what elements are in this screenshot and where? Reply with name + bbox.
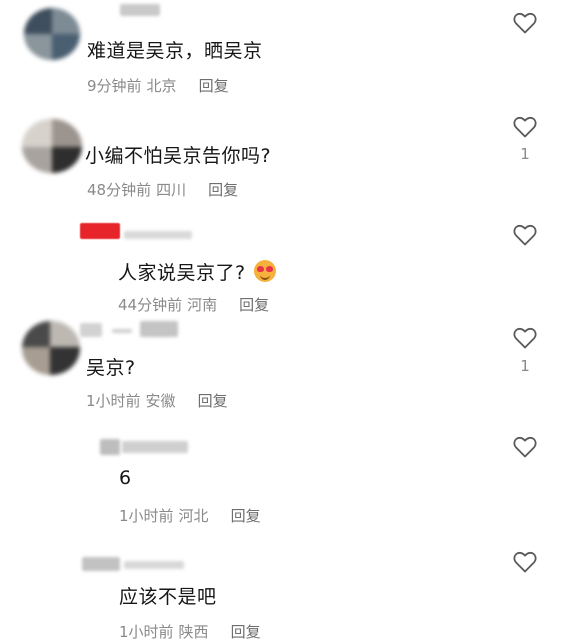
like-button[interactable] [512, 551, 538, 573]
like-button[interactable] [512, 224, 538, 246]
like-count: 1 [520, 145, 530, 163]
avatar[interactable] [22, 119, 82, 173]
comment-meta: 48分钟前 四川 回复 [87, 179, 238, 200]
like-button[interactable] [512, 327, 538, 349]
comment-meta: 44分钟前 河南 回复 [118, 294, 269, 315]
heart-outline-icon [513, 12, 537, 34]
comment-time: 44分钟前 [118, 296, 183, 314]
comment-text: 小编不怕吴京告你吗? [85, 145, 272, 167]
username-blurred[interactable] [140, 321, 178, 337]
heart-eyes-emoji-icon [253, 260, 276, 282]
reply-avatar-blurred[interactable] [80, 223, 120, 239]
comment-text: 难道是吴京，晒吴京 [87, 40, 263, 62]
comment-location: 河北 [178, 507, 209, 525]
comment-time: 48分钟前 [87, 181, 152, 199]
comment-meta: 1小时前 河北 回复 [119, 505, 261, 526]
avatar[interactable] [24, 8, 80, 60]
avatar[interactable] [22, 321, 80, 375]
comment-location: 河南 [187, 296, 218, 314]
reply-item: 应该不是吧 1小时前 陕西 回复 [0, 539, 564, 642]
comment-meta: 1小时前 陕西 回复 [119, 621, 261, 642]
like-button[interactable] [512, 12, 538, 34]
reply-avatar-blurred[interactable] [100, 439, 120, 455]
reply-item: 6 1小时前 河北 回复 [0, 427, 564, 539]
comment-item: 难道是吴京，晒吴京 9分钟前 北京 回复 [0, 0, 564, 105]
reply-item: 人家说吴京了? 44分钟前 河南 回复 [0, 205, 564, 317]
comment-meta: 9分钟前 北京 回复 [87, 75, 229, 96]
reply-button[interactable]: 回复 [231, 623, 261, 641]
comment-item: 小编不怕吴京告你吗? 48分钟前 四川 回复 1 [0, 105, 564, 205]
comment-text: 应该不是吧 [119, 586, 217, 608]
reply-button[interactable]: 回复 [198, 392, 228, 410]
comment-text: 人家说吴京了? [118, 258, 276, 285]
comment-location: 陕西 [178, 623, 209, 641]
comment-item: 吴京? 1小时前 安徽 回复 1 [0, 317, 564, 427]
comment-time: 9分钟前 [87, 77, 142, 95]
comment-text: 吴京? [86, 357, 136, 379]
reply-button[interactable]: 回复 [208, 181, 238, 199]
comment-time: 1小时前 [119, 507, 174, 525]
like-button[interactable] [512, 116, 538, 138]
reply-avatar-blurred[interactable] [82, 557, 120, 571]
username-blurred[interactable] [122, 441, 188, 453]
username-blurred[interactable] [80, 323, 102, 337]
comment-text-content: 人家说吴京了? [118, 262, 246, 284]
username-blurred[interactable] [124, 231, 192, 239]
like-count: 1 [520, 357, 530, 375]
heart-outline-icon [513, 224, 537, 246]
comment-text: 6 [119, 467, 132, 489]
reply-button[interactable]: 回复 [239, 296, 269, 314]
username-blurred[interactable] [124, 561, 184, 569]
username-blurred[interactable] [112, 329, 132, 333]
comment-time: 1小时前 [86, 392, 141, 410]
comment-meta: 1小时前 安徽 回复 [86, 390, 228, 411]
reply-button[interactable]: 回复 [231, 507, 261, 525]
heart-outline-icon [513, 116, 537, 138]
username-blurred[interactable] [120, 4, 160, 16]
comment-location: 四川 [156, 181, 187, 199]
heart-outline-icon [513, 551, 537, 573]
heart-outline-icon [513, 436, 537, 458]
comment-location: 北京 [146, 77, 177, 95]
heart-outline-icon [513, 327, 537, 349]
like-button[interactable] [512, 436, 538, 458]
reply-button[interactable]: 回复 [199, 77, 229, 95]
comment-location: 安徽 [145, 392, 176, 410]
comment-time: 1小时前 [119, 623, 174, 641]
